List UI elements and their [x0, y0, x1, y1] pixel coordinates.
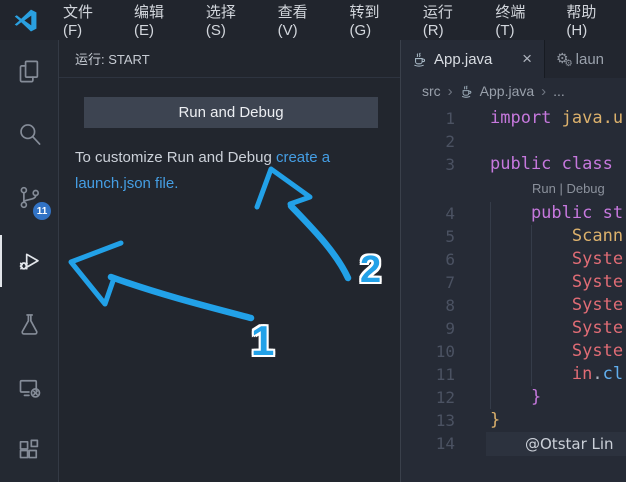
run-and-debug-icon[interactable] — [0, 229, 58, 292]
menu-item[interactable]: 帮助(H) — [553, 1, 626, 39]
code-line: 9 Syste — [401, 317, 626, 340]
menu-item[interactable]: 运行(R) — [410, 1, 483, 39]
tab-launch-json[interactable]: ⚙⚙ laun — [545, 40, 626, 78]
breadcrumb-src[interactable]: src — [422, 83, 441, 99]
menu-item[interactable]: 查看(V) — [265, 1, 337, 39]
explorer-icon[interactable] — [0, 40, 58, 103]
tab-bar: App.java × ⚙⚙ laun — [401, 40, 626, 78]
tab-app-java[interactable]: App.java × — [401, 40, 545, 78]
testing-icon[interactable] — [0, 293, 58, 356]
breadcrumb-file[interactable]: App.java — [480, 83, 534, 99]
line-number: 6 — [401, 248, 455, 271]
code-line: 1import java.u — [401, 107, 626, 130]
panel-title: 运行: START — [59, 40, 400, 78]
menu-item[interactable]: 文件(F) — [50, 1, 121, 39]
vscode-logo-icon — [13, 8, 38, 33]
menu-items: 文件(F)编辑(E)选择(S)查看(V)转到(G)运行(R)终端(T)帮助(H) — [50, 1, 626, 39]
workbench: 11 运行: START Run and Debug To customize … — [0, 40, 626, 482]
line-number: 12 — [401, 386, 455, 409]
panel-title-label: 运行: START — [75, 49, 150, 68]
line-number: 3 — [401, 153, 455, 176]
indent-guide — [531, 225, 532, 386]
close-icon[interactable]: × — [518, 49, 536, 69]
menu-bar: 文件(F)编辑(E)选择(S)查看(V)转到(G)运行(R)终端(T)帮助(H) — [0, 0, 626, 40]
menu-item[interactable]: 终端(T) — [482, 1, 553, 39]
code-line: 12 } — [401, 386, 626, 409]
menu-item[interactable]: 编辑(E) — [121, 1, 193, 39]
source-control-badge: 11 — [33, 202, 51, 220]
java-file-icon — [460, 85, 473, 98]
hint-text: To customize Run and Debug — [75, 149, 276, 166]
code-lines: 1import java.u23public class Run | Debug… — [401, 107, 626, 455]
watermark: @Otstar Lin — [486, 432, 626, 456]
run-and-debug-button[interactable]: Run and Debug — [84, 97, 378, 128]
line-number: 14 — [401, 432, 455, 455]
line-number: 8 — [401, 294, 455, 317]
line-number: 2 — [401, 130, 455, 153]
remote-explorer-icon[interactable] — [0, 356, 58, 419]
tab-label: App.java — [434, 51, 492, 68]
line-number: 11 — [401, 363, 455, 386]
run-debug-panel: 运行: START Run and Debug To customize Run… — [59, 40, 401, 482]
code-line: 4 public st — [401, 202, 626, 225]
line-number: 13 — [401, 409, 455, 432]
search-icon[interactable] — [0, 103, 58, 166]
java-file-icon — [412, 52, 427, 67]
code-line: 11 in.cl — [401, 363, 626, 386]
breadcrumb: src › App.java › ... — [401, 78, 626, 104]
chevron-right-icon: › — [448, 83, 453, 100]
code-line: 8 Syste — [401, 294, 626, 317]
chevron-right-icon: › — [541, 83, 546, 100]
line-number: 1 — [401, 107, 455, 130]
indent-guide — [490, 202, 491, 409]
code-line: 2 — [401, 130, 626, 153]
line-number: 10 — [401, 340, 455, 363]
code-editor[interactable]: 1import java.u23public class Run | Debug… — [401, 104, 626, 482]
code-line: 13} — [401, 409, 626, 432]
customize-hint: To customize Run and Debug create a laun… — [75, 145, 384, 197]
editor-group: App.java × ⚙⚙ laun src › App.java › ... … — [401, 40, 626, 482]
code-line: 7 Syste — [401, 271, 626, 294]
line-number: 7 — [401, 271, 455, 294]
codelens-run-debug[interactable]: Run | Debug — [401, 176, 626, 202]
tab-label: laun — [576, 51, 604, 68]
code-line: 3public class — [401, 153, 626, 176]
line-number: 9 — [401, 317, 455, 340]
line-number: 4 — [401, 202, 455, 225]
menu-item[interactable]: 转到(G) — [336, 1, 409, 39]
menu-item[interactable]: 选择(S) — [193, 1, 265, 39]
activity-bar: 11 — [0, 40, 59, 482]
breadcrumb-symbol[interactable]: ... — [553, 83, 565, 99]
gear-icon: ⚙⚙ — [556, 50, 569, 69]
line-number: 5 — [401, 225, 455, 248]
extensions-icon[interactable] — [0, 419, 58, 482]
code-line: 6 Syste — [401, 248, 626, 271]
code-line: 5 Scann — [401, 225, 626, 248]
source-control-icon[interactable]: 11 — [0, 166, 58, 229]
code-line: 10 Syste — [401, 340, 626, 363]
